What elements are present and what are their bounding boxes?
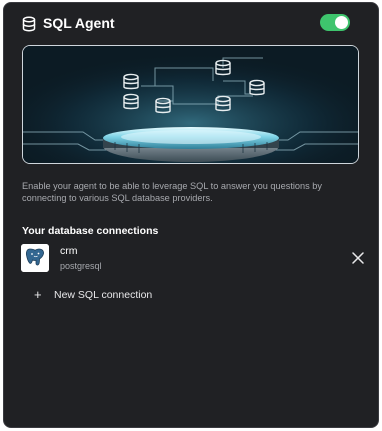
sql-agent-panel: SQL Agent Enable your agent to be able t… <box>3 2 379 428</box>
connection-name: crm <box>60 245 78 257</box>
hero-illustration <box>22 45 359 164</box>
panel-title: SQL Agent <box>43 15 115 31</box>
toggle-knob <box>335 16 348 29</box>
new-sql-connection-label: New SQL connection <box>54 288 153 301</box>
plus-icon: + <box>34 286 42 302</box>
close-icon <box>352 252 364 264</box>
enable-toggle[interactable] <box>320 14 350 31</box>
connections-section-title: Your database connections <box>22 225 159 237</box>
new-sql-connection-button[interactable]: + New SQL connection <box>34 286 152 302</box>
remove-connection-button[interactable] <box>350 250 366 266</box>
connection-type: postgresql <box>60 261 102 271</box>
panel-header: SQL Agent <box>4 3 378 43</box>
postgresql-logo-icon <box>21 244 49 272</box>
connection-item[interactable]: crm postgresql <box>21 244 366 274</box>
feature-description: Enable your agent to be able to leverage… <box>22 181 322 203</box>
database-icon <box>21 16 37 32</box>
